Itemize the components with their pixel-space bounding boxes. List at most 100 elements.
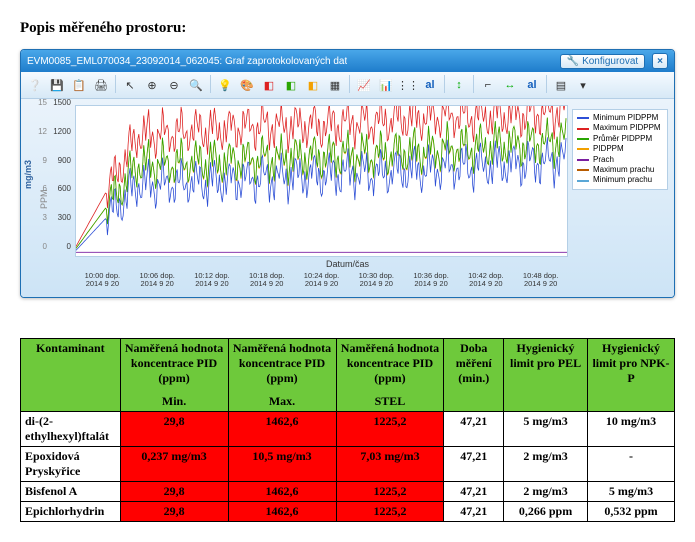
y-tick: 0 — [49, 243, 71, 272]
x-tick: 10:00 dop.2014 9 20 — [75, 272, 130, 289]
table-row: Epichlorhydrin29,81462,61225,247,210,266… — [21, 501, 675, 521]
table-row: di-(2-ethylhexyl)ftalát29,81462,61225,24… — [21, 411, 675, 446]
cell-npk: 0,532 ppm — [588, 501, 675, 521]
y-tick: 0 — [25, 243, 47, 272]
toolbar-separator — [546, 75, 547, 93]
col-max: Naměřená hodnota koncentrace PID (ppm)Ma… — [228, 338, 336, 411]
toolbar-separator — [349, 75, 350, 93]
col-pel: Hygienický limit pro PEL — [504, 338, 588, 411]
x-tick: 10:06 dop.2014 9 20 — [130, 272, 185, 289]
grid-icon[interactable]: ▦ — [325, 75, 345, 95]
cell-stel: 1225,2 — [336, 411, 444, 446]
axis-icon[interactable]: ⌐ — [478, 75, 498, 95]
toolbar-separator — [444, 75, 445, 93]
legend-item: Minimum prachu — [577, 175, 663, 185]
cell-min: 29,8 — [120, 411, 228, 446]
y-tick: 6 — [25, 185, 47, 214]
cell-max: 1462,6 — [228, 411, 336, 446]
legend-item: Prach — [577, 155, 663, 165]
color-icon[interactable]: ◧ — [259, 75, 279, 95]
col-min: Naměřená hodnota koncentrace PID (ppm)Mi… — [120, 338, 228, 411]
toolbar-separator — [115, 75, 116, 93]
zoom-select-icon[interactable]: 🔍 — [186, 75, 206, 95]
col-stel: Naměřená hodnota koncentrace PID (ppm)ST… — [336, 338, 444, 411]
legend-label: Maximum prachu — [593, 165, 654, 175]
chart-type-icon[interactable]: 📈 — [354, 75, 374, 95]
legend-swatch — [577, 128, 589, 130]
legend-item: Maximum PIDPPM — [577, 123, 663, 133]
chart-legend: Minimum PIDPPMMaximum PIDPPMPrůměr PIDPP… — [572, 109, 668, 190]
copy-icon[interactable]: 📋 — [69, 75, 89, 95]
pointer-icon[interactable]: ↖ — [120, 75, 140, 95]
x-tick: 10:18 dop.2014 9 20 — [239, 272, 294, 289]
hresize-icon[interactable]: ↔ — [500, 75, 520, 95]
cell-stel: 7,03 mg/m3 — [336, 446, 444, 481]
legend-label: Minimum prachu — [593, 175, 652, 185]
chart-title-text: EVM0085_EML070034_23092014_062045: Graf … — [27, 56, 347, 67]
cell-pel: 5 mg/m3 — [504, 411, 588, 446]
y-tick: 300 — [49, 214, 71, 243]
legend-swatch — [577, 169, 589, 171]
legend-icon[interactable]: ▤ — [551, 75, 571, 95]
cell-name: Bisfenol A — [21, 481, 121, 501]
legend-swatch — [577, 159, 589, 161]
cell-npk: 5 mg/m3 — [588, 481, 675, 501]
page-title: Popis měřeného prostoru: — [20, 20, 675, 37]
save-icon[interactable]: 💾 — [47, 75, 67, 95]
chart-titlebar: EVM0085_EML070034_23092014_062045: Graf … — [21, 50, 674, 72]
text-icon[interactable]: al — [420, 75, 440, 95]
close-icon[interactable]: × — [652, 53, 668, 69]
text-icon[interactable]: al — [522, 75, 542, 95]
zoom-out-icon[interactable]: ⊖ — [164, 75, 184, 95]
contaminant-table: Kontaminant Naměřená hodnota koncentrace… — [20, 338, 675, 522]
y-tick: 600 — [49, 185, 71, 214]
cell-npk: 10 mg/m3 — [588, 411, 675, 446]
cell-duration: 47,21 — [444, 411, 504, 446]
chart-body: mg/m3 PPM 15129630 150012009006003000 Mi… — [21, 99, 674, 297]
lightbulb-icon[interactable]: 💡 — [215, 75, 235, 95]
y-axis-ticks-left2: 15129630 — [25, 99, 47, 273]
legend-swatch — [577, 117, 589, 119]
help-icon[interactable]: ❔ — [25, 75, 45, 95]
legend-label: PIDPPM — [593, 144, 624, 154]
x-tick: 10:36 dop.2014 9 20 — [404, 272, 459, 289]
legend-item: Minimum PIDPPM — [577, 113, 663, 123]
x-tick: 10:42 dop.2014 9 20 — [458, 272, 513, 289]
cell-pel: 2 mg/m3 — [504, 481, 588, 501]
configure-label: Konfigurovat — [582, 56, 638, 67]
palette-icon[interactable]: 🎨 — [237, 75, 257, 95]
x-axis-title: Datum/čas — [27, 259, 668, 269]
y-tick: 1500 — [49, 99, 71, 128]
chart-type-icon[interactable]: ⋮⋮ — [398, 75, 418, 95]
table-row: Epoxidová Pryskyřice0,237 mg/m310,5 mg/m… — [21, 446, 675, 481]
color-icon[interactable]: ◧ — [281, 75, 301, 95]
legend-swatch — [577, 138, 589, 140]
plot-area[interactable] — [75, 105, 568, 257]
print-icon[interactable]: 🖨 — [91, 75, 111, 95]
cell-name: di-(2-ethylhexyl)ftalát — [21, 411, 121, 446]
cell-name: Epoxidová Pryskyřice — [21, 446, 121, 481]
cell-stel: 1225,2 — [336, 481, 444, 501]
y-tick: 12 — [25, 128, 47, 157]
color-icon[interactable]: ◧ — [303, 75, 323, 95]
vresize-icon[interactable]: ↕ — [449, 75, 469, 95]
zoom-in-icon[interactable]: ⊕ — [142, 75, 162, 95]
col-contaminant: Kontaminant — [21, 338, 121, 411]
legend-swatch — [577, 148, 589, 150]
col-duration: Doba měření (min.) — [444, 338, 504, 411]
cell-duration: 47,21 — [444, 481, 504, 501]
configure-button[interactable]: 🔧 Konfigurovat — [560, 54, 646, 69]
legend-label: Maximum PIDPPM — [593, 123, 661, 133]
x-axis-ticks: 10:00 dop.2014 9 2010:06 dop.2014 9 2010… — [75, 269, 568, 289]
x-tick: 10:12 dop.2014 9 20 — [185, 272, 240, 289]
chart-lines — [76, 106, 567, 253]
legend-item: PIDPPM — [577, 144, 663, 154]
x-tick: 10:30 dop.2014 9 20 — [349, 272, 404, 289]
legend-swatch — [577, 180, 589, 182]
toolbar-separator — [210, 75, 211, 93]
y-tick: 3 — [25, 214, 47, 243]
chart-type-icon[interactable]: 📊 — [376, 75, 396, 95]
toolbar-separator — [473, 75, 474, 93]
cell-max: 10,5 mg/m3 — [228, 446, 336, 481]
dropdown-icon[interactable]: ▾ — [573, 75, 593, 95]
